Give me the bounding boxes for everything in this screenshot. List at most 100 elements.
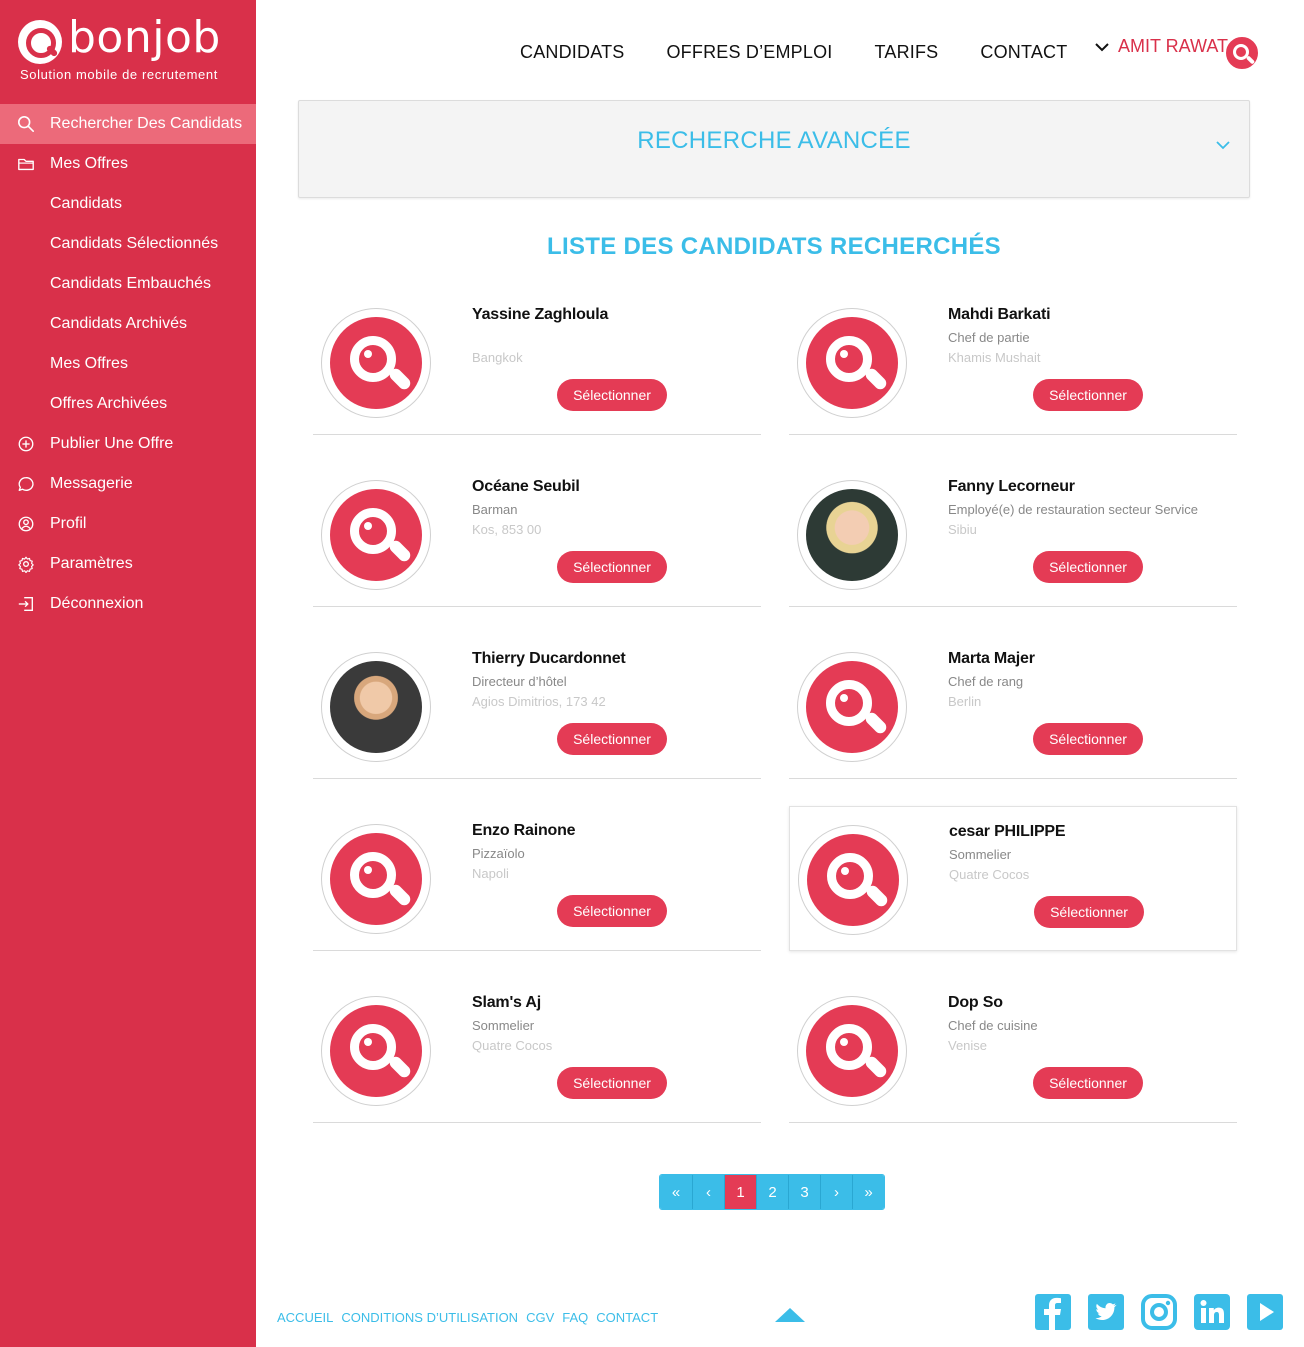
magnifier-handle	[864, 883, 890, 909]
candidate-name[interactable]: Océane Seubil	[472, 478, 580, 496]
twitter-icon[interactable]	[1088, 1294, 1124, 1330]
bonjob-logo[interactable]: bonjob Solution mobile de recrutement	[16, 12, 246, 88]
select-candidate-button[interactable]: Sélectionner	[557, 551, 667, 583]
pagination-page-3[interactable]: 3	[788, 1175, 820, 1209]
candidate-avatar[interactable]	[321, 652, 431, 762]
candidate-name[interactable]: Dop So	[948, 994, 1003, 1012]
sidebar-nav: Rechercher Des Candidats Mes Offres Cand…	[0, 104, 256, 624]
back-to-top-icon[interactable]	[775, 1306, 805, 1322]
candidate-name[interactable]: Marta Majer	[948, 650, 1035, 668]
select-candidate-button[interactable]: Sélectionner	[1033, 723, 1143, 755]
magnifier-handle	[387, 538, 413, 564]
bonjob-placeholder-icon	[806, 661, 898, 753]
sidebar-item-publier-offre[interactable]: Publier Une Offre	[0, 424, 256, 464]
select-candidate-button[interactable]: Sélectionner	[1034, 896, 1144, 928]
select-candidate-button[interactable]: Sélectionner	[557, 723, 667, 755]
pagination-page-2[interactable]: 2	[756, 1175, 788, 1209]
candidate-name[interactable]: Fanny Lecorneur	[948, 478, 1075, 496]
candidate-name[interactable]: cesar PHILIPPE	[949, 823, 1066, 841]
sidebar-item-label: Candidats Archivés	[50, 315, 187, 332]
user-avatar[interactable]	[1224, 35, 1260, 71]
select-candidate-button[interactable]: Sélectionner	[557, 1067, 667, 1099]
user-icon	[0, 515, 50, 533]
magnifier-handle	[387, 882, 413, 908]
pagination-next[interactable]: ›	[820, 1175, 852, 1209]
candidate-card[interactable]: Fanny Lecorneur Employé(e) de restauratio…	[789, 462, 1237, 607]
candidate-avatar[interactable]	[798, 825, 908, 935]
select-candidate-button[interactable]: Sélectionner	[557, 379, 667, 411]
instagram-icon[interactable]	[1141, 1294, 1177, 1330]
sidebar-item-parametres[interactable]: Paramètres	[0, 544, 256, 584]
sidebar-item-label: Candidats Embauchés	[50, 275, 211, 292]
candidate-avatar[interactable]	[797, 652, 907, 762]
footer-link-conditions[interactable]: CONDITIONS D’UTILISATION	[341, 1310, 518, 1325]
chevron-down-icon[interactable]	[1215, 137, 1231, 153]
candidate-card[interactable]: Mahdi Barkati Chef de partie Khamis Mushai…	[789, 290, 1237, 435]
candidate-card[interactable]: Slam's Aj Sommelier Quatre Cocos Sélectionn…	[313, 978, 761, 1123]
candidate-card[interactable]: Dop So Chef de cuisine Venise Sélectionner	[789, 978, 1237, 1123]
pagination-first[interactable]: «	[660, 1175, 692, 1209]
footer-link-contact[interactable]: CONTACT	[596, 1310, 658, 1325]
sidebar-item-offres-archivees[interactable]: Offres Archivées	[0, 384, 256, 424]
candidate-card[interactable]: Thierry Ducardonnet Directeur d’hôtel Agio…	[313, 634, 761, 779]
candidate-name[interactable]: Yassine Zaghloula	[472, 306, 608, 324]
bonjob-placeholder-icon	[806, 1005, 898, 1097]
footer-link-cgv[interactable]: CGV	[526, 1310, 554, 1325]
candidate-name[interactable]: Enzo Rainone	[472, 822, 576, 840]
candidate-avatar[interactable]	[321, 824, 431, 934]
facebook-icon[interactable]	[1035, 1294, 1071, 1330]
sidebar-item-profil[interactable]: Profil	[0, 504, 256, 544]
topnav-candidats[interactable]: CANDIDATS	[520, 42, 624, 63]
candidate-name[interactable]: Slam's Aj	[472, 994, 541, 1012]
candidate-name[interactable]: Thierry Ducardonnet	[472, 650, 626, 668]
pagination-last[interactable]: »	[852, 1175, 884, 1209]
candidate-avatar[interactable]	[797, 996, 907, 1106]
sidebar-item-messagerie[interactable]: Messagerie	[0, 464, 256, 504]
candidate-location: Napoli	[472, 866, 509, 881]
candidate-avatar[interactable]	[321, 996, 431, 1106]
sidebar-item-candidats-archives[interactable]: Candidats Archivés	[0, 304, 256, 344]
pagination-prev[interactable]: ‹	[692, 1175, 724, 1209]
sidebar-item-search-candidates[interactable]: Rechercher Des Candidats	[0, 104, 256, 144]
sidebar-item-mes-offres[interactable]: Mes Offres	[0, 144, 256, 184]
footer-link-accueil[interactable]: ACCUEIL	[277, 1310, 333, 1325]
sidebar-item-mes-offres-sub[interactable]: Mes Offres	[0, 344, 256, 384]
topnav-contact[interactable]: CONTACT	[980, 42, 1067, 63]
topnav-offres-emploi[interactable]: OFFRES D’EMPLOI	[666, 42, 832, 63]
sidebar-item-candidats-selectionnes[interactable]: Candidats Sélectionnés	[0, 224, 256, 264]
candidate-role: Barman	[472, 502, 518, 517]
sidebar-item-deconnexion[interactable]: Déconnexion	[0, 584, 256, 624]
bonjob-placeholder-icon	[806, 317, 898, 409]
candidate-card[interactable]: Yassine Zaghloula Bangkok Sélectionner	[313, 290, 761, 435]
sidebar-item-label: Déconnexion	[50, 595, 144, 612]
user-menu[interactable]: AMIT RAWAT	[1092, 36, 1228, 57]
footer-link-faq[interactable]: FAQ	[562, 1310, 588, 1325]
topnav-tarifs[interactable]: TARIFS	[875, 42, 939, 63]
candidate-card[interactable]: Enzo Rainone Pizzaïolo Napoli Sélectionner	[313, 806, 761, 951]
candidate-name[interactable]: Mahdi Barkati	[948, 306, 1051, 324]
candidate-location: Agios Dimitrios, 173 42	[472, 694, 606, 709]
top-nav: CANDIDATS OFFRES D’EMPLOI TARIFS CONTACT	[520, 38, 1109, 66]
select-candidate-button[interactable]: Sélectionner	[557, 895, 667, 927]
advanced-search-panel[interactable]: RECHERCHE AVANCÉE	[298, 100, 1250, 198]
social-links	[1035, 1294, 1300, 1330]
candidate-card[interactable]: Marta Majer Chef de rang Berlin Sélectionne…	[789, 634, 1237, 779]
candidate-role: Pizzaïolo	[472, 846, 525, 861]
candidate-avatar[interactable]	[797, 308, 907, 418]
bonjob-placeholder-icon	[807, 834, 899, 926]
candidate-avatar[interactable]	[797, 480, 907, 590]
pagination-page-1[interactable]: 1	[724, 1175, 756, 1209]
select-candidate-button[interactable]: Sélectionner	[1033, 551, 1143, 583]
candidate-avatar[interactable]	[321, 480, 431, 590]
candidate-location: Bangkok	[472, 350, 523, 365]
candidate-card[interactable]: Océane Seubil Barman Kos, 853 00 Sélectionn…	[313, 462, 761, 607]
select-candidate-button[interactable]: Sélectionner	[1033, 379, 1143, 411]
sidebar-item-candidats[interactable]: Candidats	[0, 184, 256, 224]
sidebar-item-candidats-embauches[interactable]: Candidats Embauchés	[0, 264, 256, 304]
select-candidate-button[interactable]: Sélectionner	[1033, 1067, 1143, 1099]
candidate-avatar[interactable]	[321, 308, 431, 418]
candidate-role: Chef de partie	[948, 330, 1030, 345]
youtube-icon[interactable]	[1247, 1294, 1283, 1330]
candidate-card[interactable]: cesar PHILIPPE Sommelier Quatre Cocos Sélec…	[789, 806, 1237, 951]
linkedin-icon[interactable]	[1194, 1294, 1230, 1330]
